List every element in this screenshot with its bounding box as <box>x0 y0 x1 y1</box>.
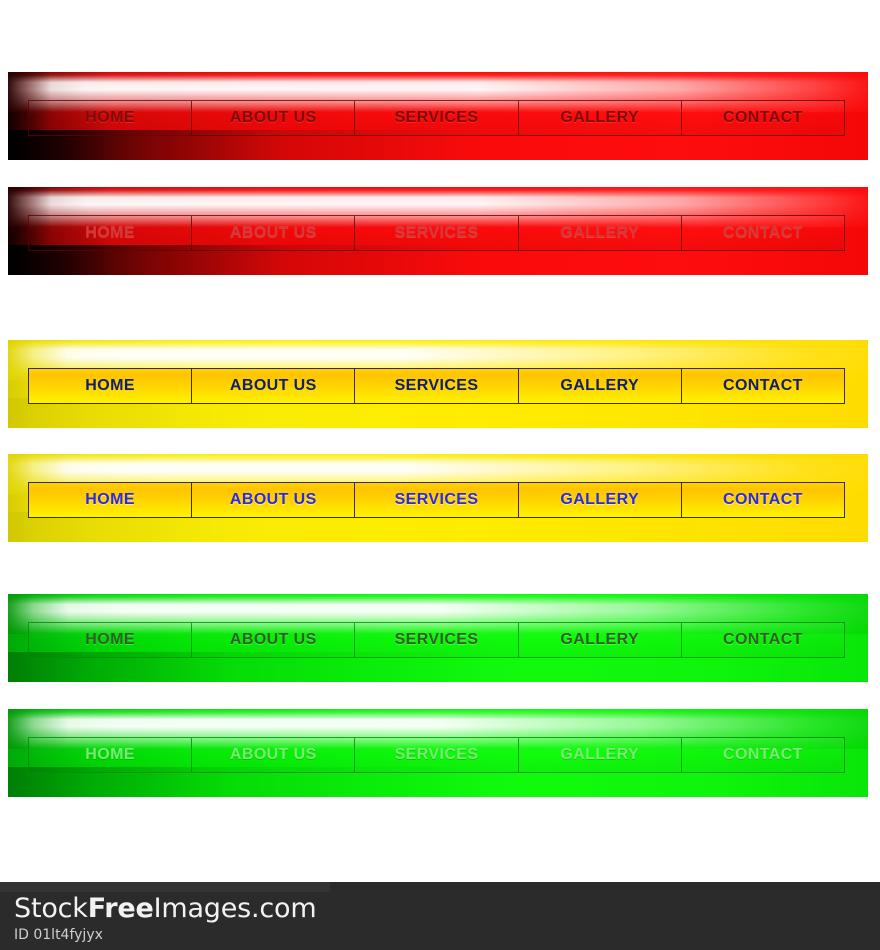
nav-button-services[interactable]: SERVICES <box>355 368 519 404</box>
nav-button-about-us[interactable]: ABOUT US <box>192 368 356 404</box>
navbar-yellow-blue: HOME ABOUT US SERVICES GALLERY CONTACT <box>8 454 868 542</box>
nav-button-home[interactable]: HOME <box>28 215 193 251</box>
nav-button-about-us[interactable]: ABOUT US <box>192 622 356 658</box>
nav-button-services[interactable]: SERVICES <box>355 737 519 773</box>
nav-button-gallery[interactable]: GALLERY <box>518 215 682 251</box>
watermark-brand-bold: Free <box>87 893 154 924</box>
nav-button-contact[interactable]: CONTACT <box>681 100 846 136</box>
nav-button-gallery[interactable]: GALLERY <box>518 368 682 404</box>
watermark-image-id: ID 01lt4fyjyx <box>14 927 103 943</box>
nav-button-home[interactable]: HOME <box>28 482 193 518</box>
nav-button-about-us[interactable]: ABOUT US <box>192 737 356 773</box>
nav-button-home[interactable]: HOME <box>28 622 193 658</box>
navbar-button-row: HOME ABOUT US SERVICES GALLERY CONTACT <box>28 622 846 658</box>
nav-button-services[interactable]: SERVICES <box>355 215 519 251</box>
nav-button-about-us[interactable]: ABOUT US <box>192 215 356 251</box>
navbar-green-dark: HOME ABOUT US SERVICES GALLERY CONTACT <box>8 594 868 682</box>
navbar-yellow-navy: HOME ABOUT US SERVICES GALLERY CONTACT <box>8 340 868 428</box>
navbar-button-row: HOME ABOUT US SERVICES GALLERY CONTACT <box>28 737 846 773</box>
nav-button-gallery[interactable]: GALLERY <box>518 482 682 518</box>
nav-button-services[interactable]: SERVICES <box>355 482 519 518</box>
watermark-brand: StockFreeImages.com <box>14 893 317 924</box>
nav-button-home[interactable]: HOME <box>28 368 193 404</box>
nav-button-contact[interactable]: CONTACT <box>681 482 846 518</box>
nav-button-services[interactable]: SERVICES <box>355 622 519 658</box>
watermark-notch <box>0 882 330 892</box>
page-root: HOME ABOUT US SERVICES GALLERY CONTACT H… <box>0 0 880 950</box>
navbar-button-row: HOME ABOUT US SERVICES GALLERY CONTACT <box>28 482 846 518</box>
navbar-button-row: HOME ABOUT US SERVICES GALLERY CONTACT <box>28 368 846 404</box>
navbar-red-light: HOME ABOUT US SERVICES GALLERY CONTACT <box>8 187 868 275</box>
nav-button-about-us[interactable]: ABOUT US <box>192 100 356 136</box>
navbar-green-light: HOME ABOUT US SERVICES GALLERY CONTACT <box>8 709 868 797</box>
nav-button-gallery[interactable]: GALLERY <box>518 622 682 658</box>
navbar-red-dark: HOME ABOUT US SERVICES GALLERY CONTACT <box>8 72 868 160</box>
nav-button-home[interactable]: HOME <box>28 737 193 773</box>
nav-button-services[interactable]: SERVICES <box>355 100 519 136</box>
nav-button-home[interactable]: HOME <box>28 100 193 136</box>
nav-button-contact[interactable]: CONTACT <box>681 737 846 773</box>
watermark-bar: StockFreeImages.com ID 01lt4fyjyx <box>0 882 880 950</box>
nav-button-about-us[interactable]: ABOUT US <box>192 482 356 518</box>
navbar-button-row: HOME ABOUT US SERVICES GALLERY CONTACT <box>28 100 846 136</box>
nav-button-contact[interactable]: CONTACT <box>681 215 846 251</box>
nav-button-gallery[interactable]: GALLERY <box>518 100 682 136</box>
nav-button-contact[interactable]: CONTACT <box>681 622 846 658</box>
nav-button-gallery[interactable]: GALLERY <box>518 737 682 773</box>
nav-button-contact[interactable]: CONTACT <box>681 368 846 404</box>
watermark-brand-suffix: Images.com <box>153 893 317 924</box>
watermark-brand-prefix: Stock <box>14 893 88 924</box>
navbar-button-row: HOME ABOUT US SERVICES GALLERY CONTACT <box>28 215 846 251</box>
